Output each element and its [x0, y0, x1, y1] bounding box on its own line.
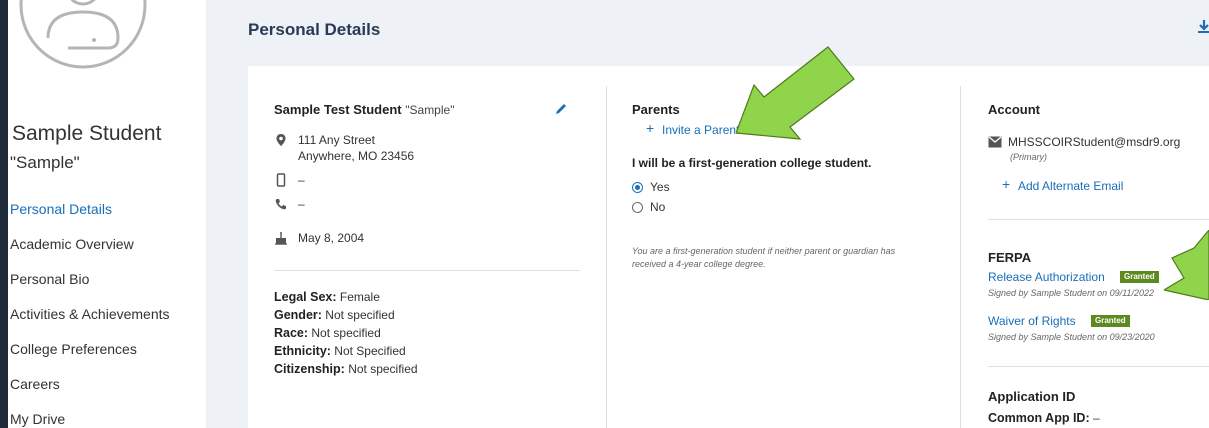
account-email: MHSSCOIRStudent@msdr9.org — [1008, 135, 1181, 149]
phone-value: – — [298, 197, 305, 211]
plus-icon: + — [646, 120, 655, 136]
annotation-arrow — [1164, 230, 1209, 300]
common-app-row: Common App ID: – — [988, 411, 1100, 425]
legal-sex-row: Legal Sex: Female — [274, 290, 380, 304]
student-name: Sample Student — [12, 122, 162, 145]
citizenship-label: Citizenship: — [274, 362, 345, 376]
page-title: Personal Details — [248, 20, 381, 39]
section-divider — [988, 219, 1209, 220]
citizenship-row: Citizenship: Not specified — [274, 362, 418, 376]
waiver-of-rights-link[interactable]: Waiver of Rights — [988, 314, 1076, 328]
first-gen-question: I will be a first-generation college stu… — [632, 156, 872, 170]
first-gen-note: You are a first-generation student if ne… — [632, 246, 896, 269]
birthday-cake-icon — [275, 232, 287, 245]
student-nickname: "Sample" — [10, 153, 80, 172]
email-icon — [988, 136, 1002, 148]
email-primary-tag: (Primary) — [1010, 152, 1047, 162]
ethnicity-label: Ethnicity: — [274, 344, 331, 358]
common-app-label: Common App ID: — [988, 411, 1090, 425]
birthday-value: May 8, 2004 — [298, 231, 365, 245]
sidebar-item-academic-overview[interactable]: Academic Overview — [10, 235, 206, 270]
gender-label: Gender: — [274, 308, 322, 322]
download-icon[interactable] — [1196, 18, 1209, 34]
sidebar-item-activities[interactable]: Activities & Achievements — [10, 305, 206, 340]
sidebar-item-personal-details[interactable]: Personal Details — [10, 200, 206, 235]
main-content: Personal Details Sample Test Student "Sa… — [206, 0, 1209, 428]
radio-yes-label: Yes — [650, 180, 670, 194]
phone-row: – — [274, 196, 474, 212]
sidebar-item-college-preferences[interactable]: College Preferences — [10, 340, 206, 375]
ethnicity-row: Ethnicity: Not Specified — [274, 344, 406, 358]
granted-badge: Granted — [1091, 315, 1130, 327]
profile-full-name: Sample Test Student — [274, 102, 402, 117]
gender-row: Gender: Not specified — [274, 308, 395, 322]
legal-sex-label: Legal Sex: — [274, 290, 337, 304]
race-value: Not specified — [311, 326, 381, 340]
sidebar-nav: Personal Details Academic Overview Perso… — [10, 200, 206, 428]
address-row: 111 Any Street Anywhere, MO 23456 — [274, 132, 574, 164]
column-divider — [960, 86, 961, 428]
granted-badge: Granted — [1120, 271, 1159, 283]
address-line-1: 111 Any Street — [298, 133, 375, 147]
mobile-row: – — [274, 172, 474, 188]
parents-title: Parents — [632, 102, 680, 117]
waiver-signed-note: Signed by Sample Student on 09/23/2020 — [988, 332, 1155, 342]
application-id-title: Application ID — [988, 389, 1076, 404]
release-authorization-link[interactable]: Release Authorization — [988, 270, 1105, 284]
radio-no[interactable] — [632, 202, 643, 213]
add-email-link[interactable]: Add Alternate Email — [1018, 179, 1123, 193]
invite-parent-link[interactable]: Invite a Parent — [662, 123, 739, 137]
details-card: Sample Test Student "Sample" 111 Any Str… — [248, 66, 1209, 428]
sidebar-item-personal-bio[interactable]: Personal Bio — [10, 270, 206, 305]
birthday-row: May 8, 2004 — [274, 230, 474, 246]
sidebar-item-careers[interactable]: Careers — [10, 375, 206, 410]
ferpa-title: FERPA — [988, 250, 1032, 265]
mobile-value: – — [298, 173, 305, 187]
phone-icon — [275, 199, 286, 210]
radio-no-label: No — [650, 200, 666, 214]
legal-sex-value: Female — [339, 290, 380, 304]
mobile-phone-icon — [276, 173, 286, 187]
gender-value: Not specified — [325, 308, 395, 322]
plus-icon: + — [1002, 176, 1011, 192]
section-divider — [274, 270, 580, 271]
common-app-value: – — [1092, 411, 1100, 425]
annotation-arrow — [736, 46, 855, 140]
profile-nickname: "Sample" — [405, 103, 455, 117]
sidebar-item-my-drive[interactable]: My Drive — [10, 410, 206, 428]
ethnicity-value: Not Specified — [334, 344, 406, 358]
avatar-icon — [19, 0, 147, 69]
account-title: Account — [988, 102, 1040, 117]
race-label: Race: — [274, 326, 309, 340]
race-row: Race: Not specified — [274, 326, 381, 340]
citizenship-value: Not specified — [348, 362, 418, 376]
pencil-icon[interactable] — [554, 102, 568, 116]
radio-yes[interactable] — [632, 182, 643, 193]
profile-name: Sample Test Student "Sample" — [274, 102, 580, 117]
column-divider — [606, 86, 607, 428]
address-line-2: Anywhere, MO 23456 — [298, 149, 415, 163]
section-divider — [988, 366, 1209, 367]
sidebar: Sample Student "Sample" Personal Details… — [8, 0, 206, 428]
release-signed-note: Signed by Sample Student on 09/11/2022 — [988, 288, 1154, 298]
profile-section: Sample Test Student "Sample" 111 Any Str… — [274, 102, 580, 376]
location-pin-icon — [276, 134, 286, 146]
